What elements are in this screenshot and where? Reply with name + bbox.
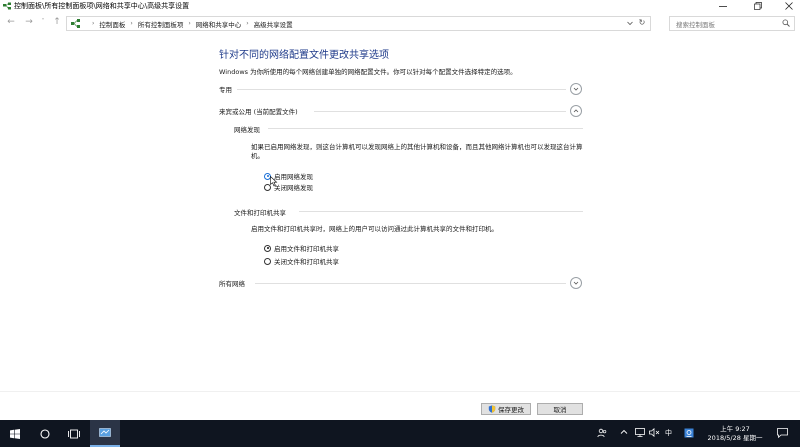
radio-disable-file-sharing[interactable]: 关闭文件和打印机共享 [264,256,339,266]
window-title: 控制面板\所有控制面板项\网络和共享中心\高级共享设置 [14,2,190,10]
chevron-right-icon: › [188,20,191,27]
radio-label: 关闭网络发现 [274,184,313,192]
restore-icon [754,2,762,10]
search-input[interactable]: 搜索控制面板 [676,19,715,29]
network-center-icon [3,2,11,10]
clock[interactable]: 上午 9:27 2018/5/28 星期一 [704,425,766,443]
people-glyph-icon [597,428,607,438]
settings-panel: 针对不同的网络配置文件更改共享选项 Windows 为你所使用的每个网络创建单独… [0,32,800,391]
close-icon [785,2,793,10]
section-guest-public[interactable]: 来宾或公用 (当前配置文件) [219,105,582,117]
task-view-icon [68,429,80,438]
back-button[interactable]: ← [5,16,17,28]
page-description: Windows 为你所使用的每个网络创建单独的网络配置文件。你可以针对每个配置文… [219,68,517,76]
ime-indicator[interactable]: 中 [665,428,672,438]
save-label: 保存更改 [498,406,524,414]
divider [268,128,583,129]
up-button[interactable]: ↑ [51,16,63,28]
arrow-up-icon: ↑ [53,17,61,27]
arrow-right-icon: → [25,17,33,27]
collapse-button[interactable] [570,105,582,117]
chevron-up-icon[interactable] [620,428,628,438]
section-private-label: 专用 [219,84,236,94]
notifications-icon[interactable] [777,428,788,440]
radio-enable-file-sharing[interactable]: 启用文件和打印机共享 [264,243,339,253]
action-center-icon [777,428,788,439]
expand-button[interactable] [570,277,582,289]
breadcrumb: › 控制面板 › 所有控制面板项 › 网络和共享中心 › 高级共享设置 [87,17,293,30]
save-changes-button[interactable]: 保存更改 [481,403,531,415]
chevron-down-icon [573,281,579,285]
close-button[interactable] [778,0,800,12]
speaker-muted-icon [649,427,660,438]
start-button[interactable] [0,420,30,447]
page-title: 针对不同的网络配置文件更改共享选项 [219,50,389,61]
radio-label: 启用文件和打印机共享 [274,245,339,253]
divider [314,111,566,112]
network-discovery-text: 如果已启用网络发现，则这台计算机可以发现网络上的其他计算机和设备，而且其他网络计… [251,143,583,160]
network-icon[interactable] [635,428,645,439]
section-all-label: 所有网络 [219,278,249,288]
title-bar: 控制面板\所有控制面板项\网络和共享中心\高级共享设置 [0,0,800,12]
network-discovery-title: 网络发现 [234,126,260,134]
navigation-bar: ← → ˅ ↑ › 控制面板 › 所有控制面板项 › 网络和共享中心 › 高级共… [0,13,800,31]
file-sharing-title: 文件和打印机共享 [234,209,286,217]
divider [0,391,800,392]
restore-button[interactable] [747,0,769,12]
cancel-label: 取消 [553,406,567,414]
mouse-cursor-icon [270,176,278,187]
taskbar: 中 上午 9:27 2018/5/28 星期一 [0,420,800,447]
section-private[interactable]: 专用 [219,83,582,95]
expand-button[interactable] [570,83,582,95]
breadcrumb-network-center[interactable]: 网络和共享中心 [196,19,242,29]
minimize-button[interactable] [712,0,734,12]
breadcrumb-all-items[interactable]: 所有控制面板项 [138,19,184,29]
chevron-down-icon[interactable] [626,19,634,27]
monitor-network-icon [635,428,645,437]
chevron-down-icon [573,87,579,91]
recent-locations-button[interactable]: ˅ [37,16,49,28]
task-view-button[interactable] [60,420,88,447]
chevron-right-icon: › [246,20,249,27]
divider [255,283,566,284]
uac-shield-icon [488,405,496,413]
tray-app-glyph-icon [684,428,694,438]
search-box[interactable]: 搜索控制面板 [669,16,795,31]
breadcrumb-control-panel[interactable]: 控制面板 [99,19,125,29]
arrow-left-icon: ← [7,17,15,27]
search-button[interactable] [31,420,59,447]
radio-button[interactable] [264,257,271,265]
taskbar-app-control-panel[interactable] [90,420,120,447]
forward-button[interactable]: → [23,16,35,28]
refresh-button[interactable]: ↻ [637,18,647,28]
radio-label: 启用网络发现 [274,173,313,181]
file-sharing-text: 启用文件和打印机共享时，网络上的用户可以访问通过此计算机共享的文件和打印机。 [251,225,498,233]
chevron-down-icon: ˅ [41,18,45,25]
section-guest-label: 来宾或公用 (当前配置文件) [219,106,302,116]
search-icon [782,19,790,27]
divider [237,89,566,90]
cortana-circle-icon [40,428,50,439]
chevron-up-icon [573,109,579,113]
section-all-networks[interactable]: 所有网络 [219,277,582,289]
tray-app-icon[interactable] [684,428,694,440]
address-bar[interactable]: › 控制面板 › 所有控制面板项 › 网络和共享中心 › 高级共享设置 ↻ [66,16,651,31]
control-panel-icon [99,427,111,437]
divider [299,211,583,212]
volume-icon[interactable] [649,427,660,439]
chevron-right-icon: › [92,20,95,27]
people-icon[interactable] [597,428,607,440]
clock-time: 上午 9:27 [720,425,750,433]
cancel-button[interactable]: 取消 [537,403,583,415]
tray-expand-icon [620,429,628,434]
network-center-icon [71,19,80,28]
breadcrumb-advanced-sharing[interactable]: 高级共享设置 [254,19,293,29]
radio-label: 关闭文件和打印机共享 [274,258,339,266]
refresh-icon: ↻ [638,18,646,27]
radio-button[interactable] [264,244,271,252]
chevron-right-icon: › [130,20,133,27]
minimize-icon [719,6,727,7]
windows-logo-icon [10,428,20,439]
clock-date: 2018/5/28 星期一 [707,434,763,442]
